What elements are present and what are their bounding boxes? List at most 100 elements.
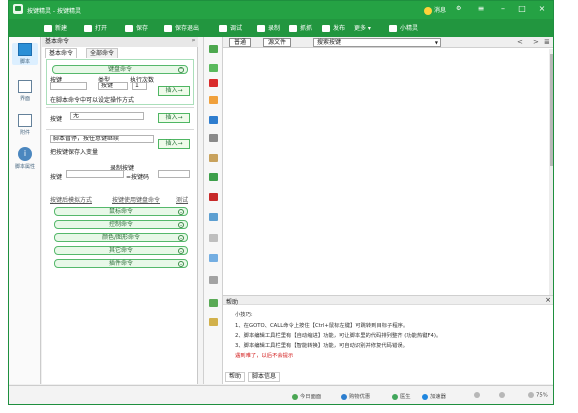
record-key-input[interactable] xyxy=(66,170,124,178)
mouse-key-label: 按键 xyxy=(50,116,63,123)
insert-wait-button[interactable]: 插入→ xyxy=(158,139,190,149)
run-icon[interactable] xyxy=(209,45,218,53)
wait-key-select[interactable]: 脚本暂停，按任意键继续 xyxy=(50,135,154,143)
copy-icon[interactable] xyxy=(209,134,218,142)
left-nav-attachment[interactable]: 附件 xyxy=(12,114,38,136)
toolbar-sprite-button[interactable]: 小精灵 xyxy=(389,23,418,32)
next-button[interactable]: > xyxy=(533,38,539,46)
collapse-icon: ⌃ xyxy=(178,67,184,73)
tool-icon[interactable] xyxy=(209,96,218,104)
help-line-2: 1、在GOTO、CALL命令上按住【Ctrl+鼠标左键】可跳转到目标子程序。 xyxy=(235,323,409,329)
toolbar-new-button[interactable]: 新建 xyxy=(44,23,67,32)
variable-icon[interactable] xyxy=(209,318,218,326)
debug-icon xyxy=(219,25,227,32)
status-bar: 今日面面 购物优惠 医生 加速器 75% xyxy=(9,385,553,404)
today-icon xyxy=(292,393,298,400)
maximize-button[interactable]: □ xyxy=(514,3,530,15)
color-command-group[interactable]: 颜色/图形命令 ⌄ xyxy=(54,233,188,242)
delete-icon[interactable] xyxy=(209,79,218,87)
up-icon[interactable] xyxy=(209,64,218,72)
code-icon[interactable] xyxy=(209,254,218,262)
menu-icon[interactable]: ≡ xyxy=(473,3,489,15)
bookmark-icon[interactable] xyxy=(209,193,218,201)
editor-toolbar: 普通 源文件 搜索按键 < > ≣ xyxy=(223,37,553,48)
status-sound-icon[interactable] xyxy=(499,392,507,399)
status-zoom[interactable]: 75% xyxy=(528,392,548,399)
comment-icon[interactable] xyxy=(209,173,218,181)
mode-source-button[interactable]: 源文件 xyxy=(263,38,292,47)
toolbar-capture-button[interactable]: 抓抓 xyxy=(289,23,312,32)
help-title: 帮助 xyxy=(226,299,239,306)
link-key-mode[interactable]: 按键后模拟方式 xyxy=(50,195,92,204)
help-title-bar: 帮助 × xyxy=(223,296,553,306)
message-badge[interactable]: 消息 xyxy=(424,5,446,15)
status-download-icon[interactable] xyxy=(474,392,482,399)
menu-list-icon[interactable]: ≣ xyxy=(544,38,550,46)
previous-button[interactable]: < xyxy=(517,38,523,46)
gear-icon[interactable]: ⚙ xyxy=(456,5,461,12)
left-nav-properties[interactable]: i 脚本属性 xyxy=(12,147,38,170)
keyboard-command-button[interactable]: 键盘命令 ⌃ xyxy=(52,65,188,74)
minimize-button[interactable]: – xyxy=(495,3,511,15)
section-separator-2 xyxy=(46,129,194,130)
pin-icon[interactable]: ᵖ xyxy=(192,37,195,47)
status-item-today[interactable]: 今日面面 xyxy=(292,392,321,400)
link-test[interactable]: 测试 xyxy=(176,195,188,204)
help-line-3: 2、脚本编辑工具栏里有【自动缩进】功能，可让脚本里的代码排列整齐 (功能热键F4… xyxy=(235,333,442,339)
mouse-command-group[interactable]: 鼠标命令 ⌄ xyxy=(54,207,188,216)
search-dropdown[interactable]: 搜索按键 xyxy=(313,38,441,47)
left-navigation: 脚本 界面 附件 i 脚本属性 xyxy=(9,37,41,384)
script-info-tab[interactable]: 脚本信息 xyxy=(248,372,281,382)
form-icon xyxy=(18,80,32,93)
link-keyboard-command[interactable]: 按键使用键盘命令 xyxy=(112,195,160,204)
section-separator xyxy=(46,107,194,108)
type-select[interactable]: 按键 xyxy=(98,82,128,90)
app-window: 按键精灵 - 按键精灵 消息 ⚙ ≡ – □ × 新建 打开 保存 保存退出 调… xyxy=(8,0,554,405)
control-command-group[interactable]: 控制命令 ⌄ xyxy=(54,220,188,229)
help-line-1: 小技巧: xyxy=(235,312,253,318)
format-icon[interactable] xyxy=(209,234,218,242)
folder-icon xyxy=(84,25,92,32)
paste-icon[interactable] xyxy=(209,116,218,124)
app-title: 按键精灵 - 按键精灵 xyxy=(27,8,81,15)
status-item-accelerator[interactable]: 加速器 xyxy=(422,392,446,400)
left-nav-form[interactable]: 界面 xyxy=(12,80,38,102)
replace-icon[interactable] xyxy=(209,276,218,284)
toolbar-record-button[interactable]: 录制 xyxy=(257,23,280,32)
folder-icon[interactable] xyxy=(209,154,218,162)
help-tab[interactable]: 帮助 xyxy=(225,372,246,382)
status-item-shopping[interactable]: 购物优惠 xyxy=(341,392,370,400)
other-command-group[interactable]: 其它命令 ⌄ xyxy=(54,246,188,255)
count-input[interactable]: 1 xyxy=(132,82,147,90)
accelerator-icon xyxy=(422,393,428,400)
help-close-icon[interactable]: × xyxy=(545,296,551,304)
help-panel: 帮助 × 小技巧: 1、在GOTO、CALL命令上按住【Ctrl+鼠标左键】可跳… xyxy=(223,295,553,384)
insert-keyboard-button[interactable]: 插入→ xyxy=(158,86,190,96)
image-icon[interactable] xyxy=(209,299,218,307)
mode-normal-button[interactable]: 普通 xyxy=(229,38,252,47)
toolbar-publish-button[interactable]: 发布 xyxy=(322,23,345,32)
notification-dot-icon xyxy=(424,6,432,15)
mouse-key-input[interactable]: 无 xyxy=(70,112,144,120)
toolbar-open-button[interactable]: 打开 xyxy=(84,23,107,32)
left-nav-script[interactable]: 脚本 xyxy=(12,43,38,65)
panel-title: 基本命令 ᵖ xyxy=(42,37,198,47)
plugin-command-group[interactable]: 插件命令 ⌄ xyxy=(54,259,188,268)
toolbar-debug-button[interactable]: 调试 xyxy=(219,23,242,32)
insert-mouse-button[interactable]: 插入→ xyxy=(158,113,190,123)
tab-basic-commands[interactable]: 基本命令 xyxy=(45,48,78,58)
status-item-doctor[interactable]: 医生 xyxy=(392,392,411,400)
save-exit-icon xyxy=(164,25,172,32)
record-code-input[interactable] xyxy=(158,170,190,178)
toolbar-save-exit-button[interactable]: 保存退出 xyxy=(164,23,199,32)
close-button[interactable]: × xyxy=(534,3,550,15)
tab-all-commands[interactable]: 全部命令 xyxy=(86,48,119,58)
indent-icon[interactable] xyxy=(209,213,218,221)
expand-icon-4: ⌄ xyxy=(178,248,184,254)
toolbar-more-button[interactable]: 更多 ▾ xyxy=(354,23,371,32)
editor-scrollbar[interactable] xyxy=(549,49,553,295)
expand-icon-2: ⌄ xyxy=(178,222,184,228)
capture-icon xyxy=(289,25,297,32)
key-input[interactable] xyxy=(50,82,87,90)
toolbar-save-button[interactable]: 保存 xyxy=(125,23,148,32)
